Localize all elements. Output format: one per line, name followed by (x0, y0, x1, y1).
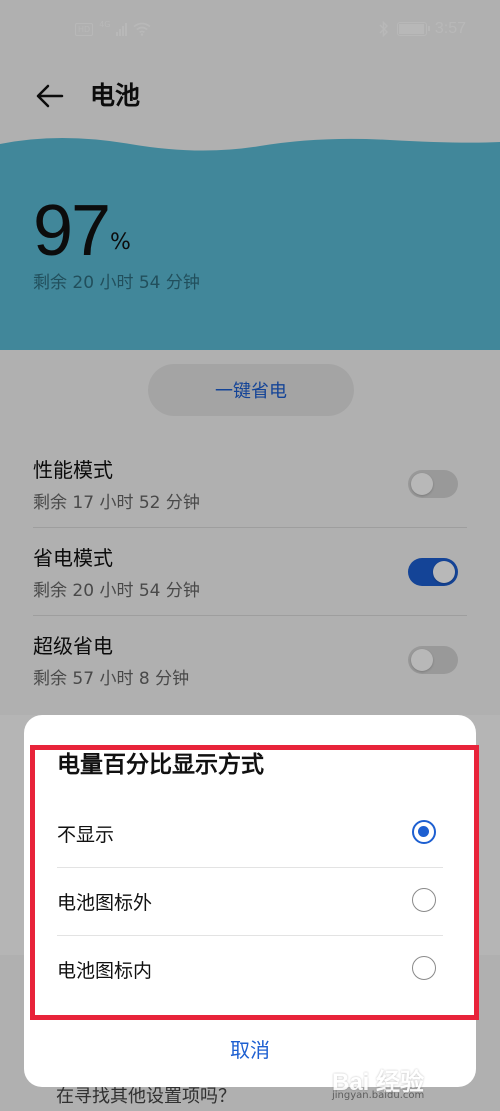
baidu-jingyan-watermark: Bai 经验 jingyan.baidu.com (332, 1060, 482, 1108)
watermark-sub: jingyan.baidu.com (332, 1090, 425, 1101)
battery-settings-page: HD 4G 3:57 电池 97 % 剩余 20 小时 54 分钟 一键省电 性… (0, 0, 500, 1111)
highlight-annotation-box (30, 745, 479, 1020)
